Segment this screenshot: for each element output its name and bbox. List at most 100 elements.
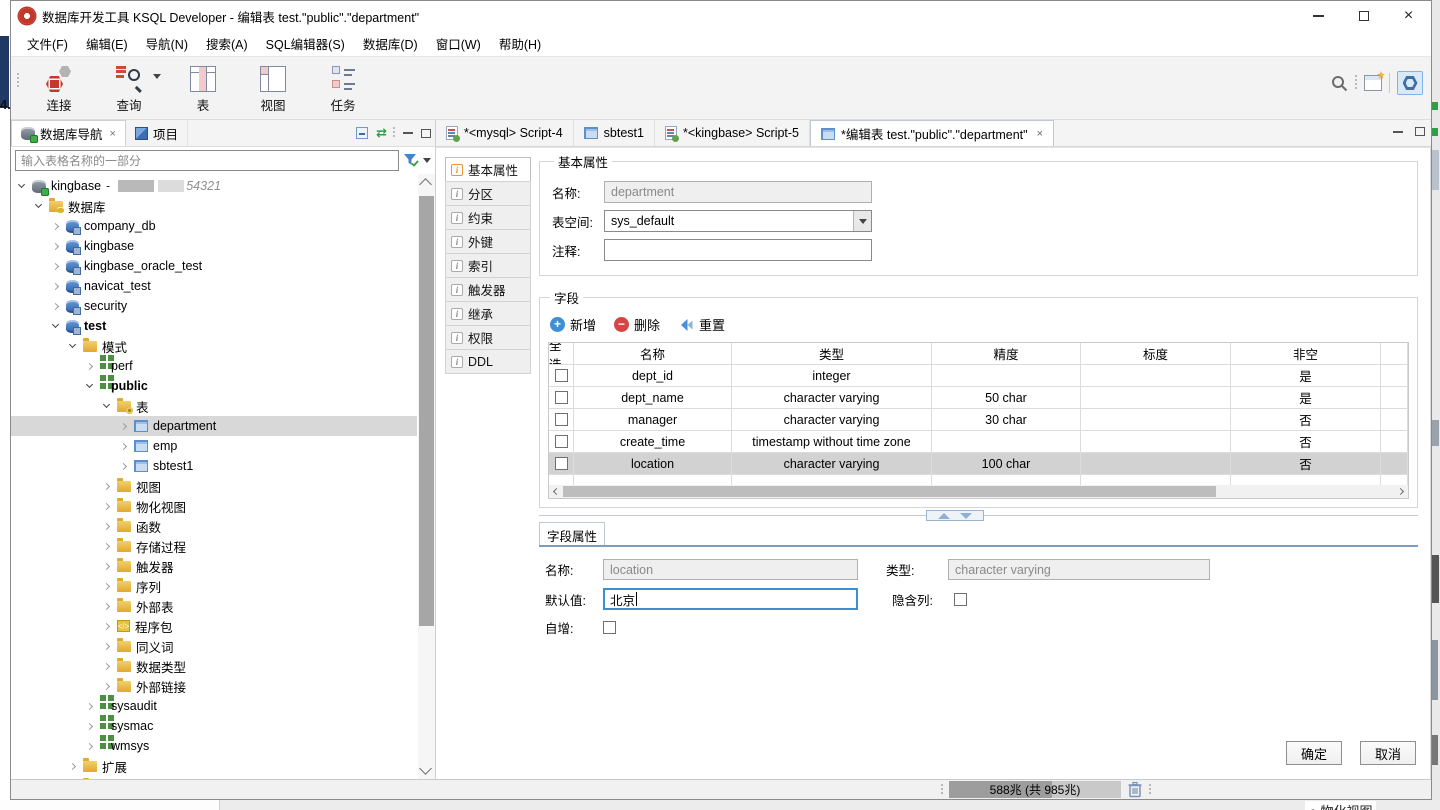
- chevron-collapsed-icon[interactable]: [119, 422, 128, 430]
- field-properties-tab[interactable]: 字段属性: [539, 522, 605, 547]
- chevron-collapsed-icon[interactable]: [102, 542, 111, 550]
- filter-funnel-icon[interactable]: [403, 153, 419, 168]
- select-dropdown-button[interactable]: [853, 211, 871, 231]
- navigator-scrollbar[interactable]: [418, 174, 435, 779]
- sidebar-item-DDL[interactable]: i DDL: [445, 349, 531, 374]
- active-perspective-button[interactable]: [1397, 71, 1423, 95]
- sidebar-item-外键[interactable]: i 外键: [445, 229, 531, 254]
- tree-row[interactable]: kingbase_oracle_test: [11, 256, 417, 276]
- chevron-collapsed-icon[interactable]: [51, 242, 60, 250]
- chevron-collapsed-icon[interactable]: [102, 522, 111, 530]
- table-filter-input[interactable]: [15, 150, 399, 171]
- tree-row[interactable]: test: [11, 316, 417, 336]
- tablespace-select[interactable]: sys_default: [604, 210, 872, 232]
- scroll-left-icon[interactable]: [552, 487, 561, 496]
- connect-button[interactable]: 连接: [27, 62, 91, 114]
- tree-row[interactable]: 表: [11, 396, 417, 416]
- sidebar-item-分区[interactable]: i 分区: [445, 181, 531, 206]
- row-checkbox[interactable]: [554, 391, 568, 404]
- row-checkbox[interactable]: [554, 369, 568, 382]
- collapse-all-icon[interactable]: [356, 127, 369, 139]
- tree-row[interactable]: sysaudit: [11, 695, 417, 716]
- tree-row[interactable]: 同义词: [11, 636, 417, 656]
- tree-row[interactable]: 函数: [11, 516, 417, 536]
- tree-row[interactable]: 外部表: [11, 596, 417, 616]
- tree-row[interactable]: sbtest1: [11, 456, 417, 476]
- chevron-collapsed-icon[interactable]: [68, 762, 77, 770]
- tree-row[interactable]: sysmac: [11, 715, 417, 736]
- menu-item[interactable]: 编辑(E): [80, 30, 140, 57]
- menu-item[interactable]: 帮助(H): [493, 30, 553, 57]
- panel-minimize-icon[interactable]: [403, 132, 413, 134]
- panel-maximize-icon[interactable]: [421, 128, 431, 138]
- chevron-collapsed-icon[interactable]: [85, 742, 94, 750]
- sidebar-item-权限[interactable]: i 权限: [445, 325, 531, 350]
- chevron-collapsed-icon[interactable]: [119, 462, 128, 470]
- table-row[interactable]: manager character varying 30 char 否: [549, 409, 1408, 431]
- chevron-collapsed-icon[interactable]: [85, 702, 94, 710]
- chevron-collapsed-icon[interactable]: [102, 642, 111, 650]
- close-tab-icon[interactable]: ×: [110, 128, 116, 140]
- chevron-collapsed-icon[interactable]: [102, 562, 111, 570]
- table-row[interactable]: dept_id integer 是: [549, 365, 1408, 387]
- row-checkbox[interactable]: [554, 435, 568, 448]
- chevron-expanded-icon[interactable]: [68, 340, 77, 349]
- chevron-collapsed-icon[interactable]: [85, 362, 94, 370]
- row-checkbox[interactable]: [554, 457, 568, 470]
- menu-item[interactable]: 搜索(A): [200, 30, 260, 57]
- sidebar-item-继承[interactable]: i 继承: [445, 301, 531, 326]
- chevron-expanded-icon[interactable]: [102, 400, 111, 409]
- chevron-expanded-icon[interactable]: [34, 200, 43, 209]
- row-checkbox[interactable]: [554, 413, 568, 426]
- tree-row[interactable]: company_db: [11, 216, 417, 236]
- table-name-input[interactable]: [604, 181, 872, 203]
- tree-row[interactable]: kingbase: [11, 236, 417, 256]
- tree-row[interactable]: emp: [11, 436, 417, 456]
- menu-item[interactable]: 文件(F): [21, 30, 80, 57]
- editor-tab[interactable]: *编辑表 test."public"."department" ×: [810, 120, 1055, 146]
- chevron-collapsed-icon[interactable]: [102, 622, 111, 630]
- chevron-collapsed-icon[interactable]: [102, 482, 111, 490]
- scroll-thumb[interactable]: [563, 486, 1216, 497]
- view-button[interactable]: 视图: [241, 62, 305, 114]
- trash-icon[interactable]: [1127, 781, 1143, 798]
- task-button[interactable]: 任务: [311, 62, 375, 114]
- chevron-expanded-icon[interactable]: [17, 180, 26, 189]
- chevron-collapsed-icon[interactable]: [85, 722, 94, 730]
- field-type-input[interactable]: character varying: [948, 559, 1210, 580]
- tree-row[interactable]: </> 程序包: [11, 616, 417, 636]
- view-menu-icon[interactable]: [393, 127, 395, 139]
- tree-row[interactable]: department: [11, 416, 417, 436]
- sidebar-item-索引[interactable]: i 索引: [445, 253, 531, 278]
- menu-item[interactable]: 导航(N): [140, 30, 200, 57]
- chevron-collapsed-icon[interactable]: [51, 262, 60, 270]
- chevron-collapsed-icon[interactable]: [102, 602, 111, 610]
- tree-row[interactable]: wmsys: [11, 735, 417, 756]
- navigator-tab[interactable]: 数据库导航 ×: [11, 120, 126, 146]
- menu-item[interactable]: 数据库(D): [357, 30, 430, 57]
- chevron-collapsed-icon[interactable]: [51, 282, 60, 290]
- tree-row[interactable]: 扩展: [11, 756, 417, 776]
- scroll-down-icon[interactable]: [419, 762, 432, 775]
- chevron-collapsed-icon[interactable]: [102, 582, 111, 590]
- splitter-handle[interactable]: [925, 510, 984, 521]
- table-row[interactable]: dept_name character varying 50 char 是: [549, 387, 1408, 409]
- open-perspective-icon[interactable]: [1364, 75, 1382, 91]
- table-row[interactable]: location character varying 100 char 否: [549, 453, 1408, 475]
- delete-field-button[interactable]: − 删除: [614, 315, 660, 334]
- auto-increment-checkbox[interactable]: [603, 621, 616, 634]
- chevron-expanded-icon[interactable]: [85, 380, 94, 389]
- reset-fields-button[interactable]: 重置: [678, 315, 725, 334]
- add-field-button[interactable]: + 新增: [550, 315, 596, 334]
- tree-row[interactable]: 触发器: [11, 556, 417, 576]
- editor-tab[interactable]: *<kingbase> Script-5: [655, 120, 811, 146]
- search-icon[interactable]: [1331, 75, 1348, 92]
- chevron-collapsed-icon[interactable]: [102, 502, 111, 510]
- window-minimize-button[interactable]: [1296, 1, 1341, 31]
- sidebar-item-触发器[interactable]: i 触发器: [445, 277, 531, 302]
- tree-row[interactable]: navicat_test: [11, 276, 417, 296]
- table-button[interactable]: 表: [171, 62, 235, 114]
- field-name-input[interactable]: location: [603, 559, 858, 580]
- chevron-collapsed-icon[interactable]: [51, 222, 60, 230]
- close-tab-icon[interactable]: ×: [1037, 128, 1043, 140]
